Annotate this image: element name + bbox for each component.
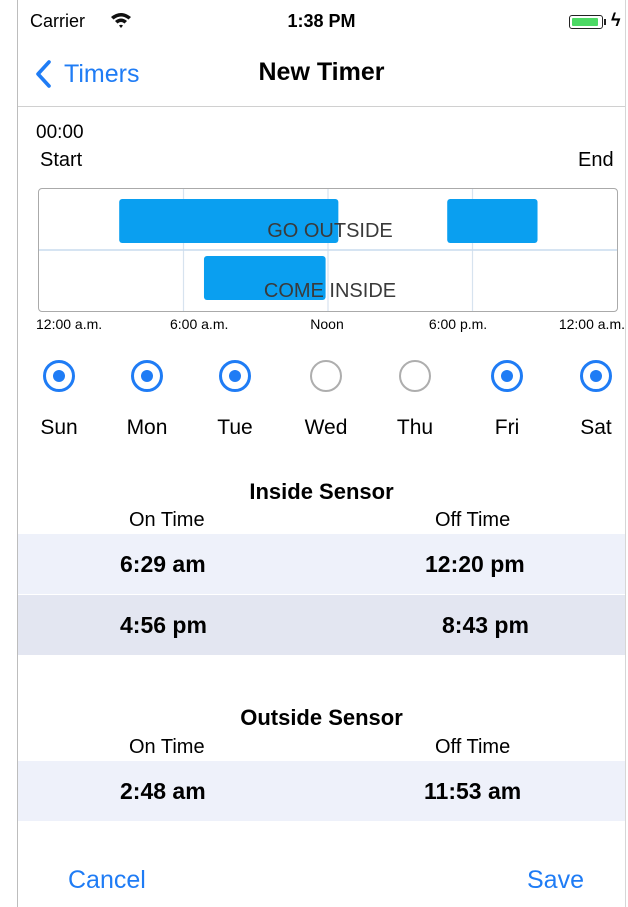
timeline-hour-labels: 12:00 a.m. 6:00 a.m. Noon 6:00 p.m. 12:00 a.…	[18, 316, 625, 334]
battery-full-icon	[569, 15, 603, 29]
day-wed[interactable]: Wed	[286, 352, 366, 440]
day-tue[interactable]: Tue	[195, 352, 275, 440]
day-label: Sat	[580, 416, 612, 439]
timeline-hour-label: 12:00 a.m.	[558, 316, 625, 332]
save-button[interactable]: Save	[527, 866, 584, 895]
inside-time-row-2[interactable]: 4:56 pm 8:43 pm	[18, 595, 625, 655]
outside-sensor-title: Outside Sensor	[240, 705, 403, 730]
battery-tip	[604, 19, 606, 25]
day-mon[interactable]: Mon	[107, 352, 187, 440]
status-bar: Carrier 1:38 PM ϟ	[18, 0, 625, 42]
outside-on-time-header: On Time	[129, 736, 205, 758]
on-time-value: 2:48 am	[120, 778, 206, 804]
status-time: 1:38 PM	[287, 11, 356, 31]
day-label: Sun	[40, 416, 78, 439]
day-sun[interactable]: Sun	[19, 352, 99, 440]
page-title: New Timer	[258, 58, 385, 86]
day-label: Wed	[304, 416, 348, 439]
timeline-hour-label: 12:00 a.m.	[36, 316, 103, 332]
off-time-value: 8:43 pm	[442, 612, 529, 638]
battery-level	[572, 18, 598, 26]
day-label: Mon	[126, 416, 168, 439]
outside-time-row-1[interactable]: 2:48 am 11:53 am	[18, 761, 625, 821]
day-label: Fri	[494, 416, 520, 439]
timeline-hour-label: 6:00 a.m.	[170, 316, 229, 332]
off-time-value: 12:20 pm	[425, 551, 525, 577]
radio-icon[interactable]	[131, 360, 163, 392]
timeline-start-time: 00:00	[36, 122, 84, 143]
radio-icon[interactable]	[399, 360, 431, 392]
radio-icon[interactable]	[491, 360, 523, 392]
timeline-hour-label: 6:00 p.m.	[428, 316, 488, 332]
timeline-start-label: Start	[40, 149, 83, 171]
screen: Carrier 1:38 PM ϟ Timers New Timer 00:00…	[18, 0, 625, 907]
radio-icon[interactable]	[580, 360, 612, 392]
inside-off-time-header: Off Time	[435, 509, 511, 531]
radio-icon[interactable]	[219, 360, 251, 392]
timeline-row-label: COME INSIDE	[264, 280, 396, 302]
day-thu[interactable]: Thu	[375, 352, 455, 440]
timeline-canvas: GO OUTSIDE COME INSIDE	[39, 189, 617, 311]
inside-on-time-header: On Time	[129, 509, 205, 531]
bolt-icon: ϟ	[611, 10, 621, 30]
off-time-value: 11:53 am	[424, 778, 522, 804]
radio-icon[interactable]	[310, 360, 342, 392]
on-time-value: 6:29 am	[120, 551, 206, 577]
navigation-bar: Timers New Timer	[18, 42, 625, 107]
day-label: Thu	[396, 416, 434, 439]
day-label: Tue	[217, 416, 253, 439]
radio-icon[interactable]	[43, 360, 75, 392]
day-selector: Sun Mon Tue Wed Thu Fri Sat	[18, 352, 625, 447]
timeline-hour-label: Noon	[310, 316, 344, 332]
frame-right-border	[625, 0, 626, 907]
timeline-interval-bar	[447, 199, 538, 243]
inside-time-row-1[interactable]: 6:29 am 12:20 pm	[18, 534, 625, 594]
day-sat[interactable]: Sat	[556, 352, 628, 440]
timeline-row-label: GO OUTSIDE	[267, 220, 393, 242]
schedule-timeline[interactable]: GO OUTSIDE COME INSIDE	[38, 188, 618, 312]
on-time-value: 4:56 pm	[120, 612, 207, 638]
cancel-button[interactable]: Cancel	[68, 866, 146, 895]
inside-sensor-title: Inside Sensor	[249, 479, 394, 504]
day-fri[interactable]: Fri	[467, 352, 547, 440]
timeline-end-label: End	[578, 149, 614, 171]
outside-off-time-header: Off Time	[435, 736, 511, 758]
